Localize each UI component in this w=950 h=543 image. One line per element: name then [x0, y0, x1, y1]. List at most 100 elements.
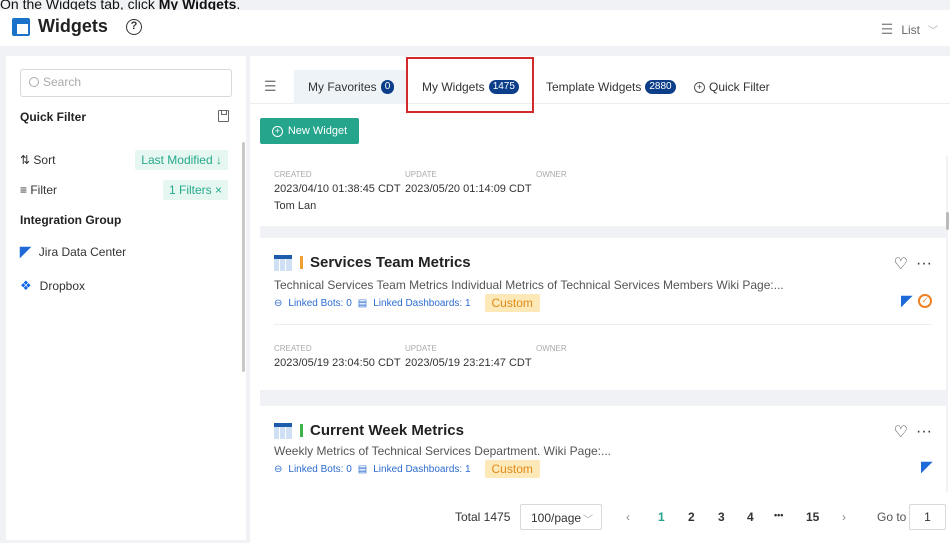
table-icon — [274, 422, 292, 439]
heart-icon[interactable]: ♡ — [894, 254, 908, 274]
tab-my-favorites[interactable]: My Favorites 0 — [294, 70, 409, 104]
bot-icon: ⊖ — [274, 297, 283, 309]
view-mode-select[interactable]: ☰ List ﹀ — [881, 21, 938, 38]
page-button[interactable]: 3 — [718, 510, 725, 524]
card-integrations: ◤ ✓ — [901, 292, 932, 309]
task-instruction: On the Widgets tab, click My Widgets. — [0, 0, 241, 12]
integration-group-title: Integration Group — [20, 213, 122, 227]
quick-filter-title: Quick Filter — [20, 110, 87, 124]
chevron-down-icon: ﹀ — [928, 26, 938, 37]
filter-row: ≡ Filter 1 Filters × — [20, 180, 228, 200]
widget-description: Weekly Metrics of Technical Services Dep… — [274, 444, 612, 458]
widget-title[interactable]: Services Team Metrics — [274, 254, 471, 271]
page-button[interactable]: 15 — [806, 510, 819, 524]
custom-tag: Custom — [484, 460, 540, 478]
widget-description: Technical Services Team Metrics Individu… — [274, 278, 784, 292]
tab-label: Template Widgets — [546, 80, 642, 94]
status-bar — [300, 424, 303, 437]
tab-bar: ☰ My Favorites 0 My Widgets 1475 Templat… — [250, 56, 950, 104]
filter-label-group: ≡ Filter — [20, 183, 57, 197]
owner-value: Tom Lan — [274, 200, 317, 212]
top-bar: Widgets ? ☰ List ﹀ — [0, 10, 950, 46]
count-badge: 2880 — [645, 80, 676, 94]
sort-label-group: ⇅ Sort — [20, 153, 55, 167]
new-widget-label: New Widget — [287, 125, 348, 137]
sort-value-button[interactable]: Last Modified ↓ — [135, 150, 228, 170]
new-widget-button[interactable]: + New Widget — [260, 118, 359, 144]
dashboard-icon: ▤ — [357, 297, 368, 309]
pagination: Total 1475 100/page ﹀ ‹ 1 2 3 4 ••• 15 ›… — [250, 496, 950, 536]
jira-icon: ◤ — [921, 458, 932, 474]
linked-bots-link[interactable]: Linked Bots: 0 — [288, 464, 351, 475]
sidebar-scrollbar[interactable] — [242, 142, 245, 372]
search-input[interactable]: Search — [20, 69, 232, 97]
target-highlight-box — [406, 57, 534, 113]
more-icon[interactable]: ··· — [916, 423, 932, 441]
help-icon[interactable]: ? — [126, 19, 142, 35]
status-bar — [300, 256, 303, 269]
linked-dashboards-link[interactable]: Linked Dashboards: 1 — [373, 464, 470, 475]
goto-input[interactable]: 1 — [909, 504, 946, 530]
page-button[interactable]: 1 — [658, 510, 665, 524]
widget-card[interactable]: CREATED UPDATE OWNER 2023/04/10 01:38:45… — [260, 156, 946, 226]
jira-icon: ◤ — [20, 243, 31, 259]
card-actions: ♡ ··· — [894, 422, 932, 442]
filter-label: Filter — [30, 183, 58, 197]
goto-label: Go to — [877, 510, 907, 524]
widget-links: ⊖ Linked Bots: 0 ▤ Linked Dashboards: 1 … — [274, 460, 540, 478]
search-placeholder: Search — [43, 75, 82, 89]
widget-list: CREATED UPDATE OWNER 2023/04/10 01:38:45… — [260, 156, 948, 492]
list-scrollbar[interactable] — [946, 212, 949, 230]
integration-label: Jira Data Center — [38, 244, 127, 259]
next-page-button[interactable]: › — [842, 510, 846, 524]
heart-icon[interactable]: ♡ — [894, 422, 908, 442]
list-view-icon: ☰ — [880, 21, 894, 37]
widget-title[interactable]: Current Week Metrics — [274, 422, 464, 439]
card-actions: ♡ ··· — [894, 254, 932, 274]
created-value: 2023/04/10 01:38:45 CDT — [274, 183, 401, 195]
dropbox-icon: ❖ — [20, 278, 32, 293]
more-icon[interactable]: ··· — [916, 255, 932, 273]
divider — [274, 324, 932, 325]
sort-icon: ⇅ — [20, 153, 34, 167]
widget-links: ⊖ Linked Bots: 0 ▤ Linked Dashboards: 1 … — [274, 294, 540, 312]
menu-icon[interactable]: ☰ — [264, 78, 277, 95]
filter-icon: ≡ — [20, 183, 31, 197]
widget-card[interactable]: Services Team Metrics ♡ ··· Technical Se… — [260, 238, 946, 390]
bot-icon: ⊖ — [274, 463, 283, 475]
chevron-down-icon: ﹀ — [583, 515, 593, 526]
main-panel: ☰ My Favorites 0 My Widgets 1475 Templat… — [250, 56, 950, 543]
table-icon — [274, 254, 292, 271]
sidebar: Search Quick Filter ⇅ Sort Last Modified… — [6, 56, 246, 540]
tab-template-widgets[interactable]: Template Widgets 2880 — [532, 70, 690, 104]
integration-item-dropbox[interactable]: ❖ Dropbox — [20, 278, 85, 294]
meta-values: 2023/04/10 01:38:45 CDT 2023/05/20 01:14… — [274, 183, 532, 195]
updated-value: 2023/05/20 01:14:09 CDT — [405, 183, 532, 195]
total-count: Total 1475 — [455, 510, 511, 524]
page-size-select[interactable]: 100/page ﹀ — [520, 504, 602, 530]
widget-card[interactable]: Current Week Metrics ♡ ··· Weekly Metric… — [260, 406, 946, 492]
created-value: 2023/05/19 23:04:50 CDT — [274, 357, 401, 369]
linked-bots-link[interactable]: Linked Bots: 0 — [288, 298, 351, 309]
tab-quick-filter[interactable]: + Quick Filter — [680, 70, 784, 104]
page-button[interactable]: 4 — [747, 510, 754, 524]
sort-row: ⇅ Sort Last Modified ↓ — [20, 150, 228, 170]
plus-circle-icon: + — [271, 125, 283, 137]
meta-values: 2023/05/19 23:04:50 CDT 2023/05/19 23:21… — [274, 357, 532, 369]
linked-dashboards-link[interactable]: Linked Dashboards: 1 — [373, 298, 470, 309]
integration-item-jira[interactable]: ◤ Jira Data Center — [20, 243, 126, 260]
widgets-app-icon — [12, 18, 30, 36]
tab-label: Quick Filter — [709, 80, 770, 94]
view-mode-label: List — [901, 22, 920, 37]
meta-labels: CREATED UPDATE OWNER — [274, 344, 567, 353]
page-ellipsis[interactable]: ••• — [774, 510, 783, 520]
search-icon — [29, 77, 39, 87]
filter-value-button[interactable]: 1 Filters × — [162, 180, 228, 200]
meta-labels: CREATED UPDATE OWNER — [274, 170, 567, 179]
integration-label: Dropbox — [39, 279, 86, 293]
save-icon[interactable] — [218, 110, 229, 122]
sort-label: Sort — [33, 153, 56, 167]
count-badge: 0 — [380, 80, 395, 94]
page-button[interactable]: 2 — [688, 510, 695, 524]
prev-page-button[interactable]: ‹ — [626, 510, 630, 524]
